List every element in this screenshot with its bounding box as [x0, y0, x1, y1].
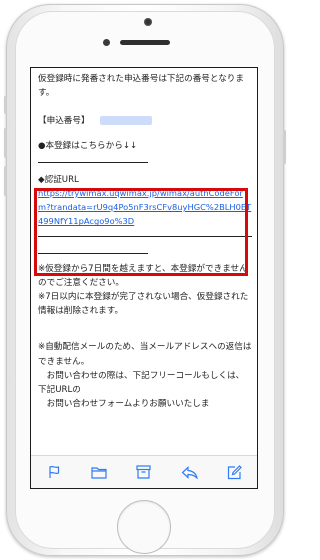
issued-number-text: 仮登録時に発番された申込番号は下記の番号となります。	[38, 74, 244, 99]
reply-icon[interactable]	[178, 463, 200, 481]
application-number-label: 【申込番号】	[38, 116, 90, 127]
notice-deletion: ※7日以内に本登録が完了されない場合、仮登録された情報は削除されます。	[38, 292, 249, 317]
power-button	[283, 130, 286, 164]
archive-icon[interactable]	[133, 463, 155, 481]
folder-icon[interactable]	[88, 463, 110, 481]
volume-up-button	[4, 128, 7, 158]
application-number-row: 【申込番号】	[38, 114, 252, 128]
proximity-sensor	[103, 39, 110, 46]
mute-switch	[4, 96, 7, 114]
volume-down-button	[4, 166, 7, 196]
auto-mail-notice: ※自動配信メールのため、当メールアドレスへの返信はできません。	[38, 342, 252, 367]
mail-screen: 仮登録時に発番された申込番号は下記の番号となります。 【申込番号】 ●本登録はこ…	[30, 67, 258, 489]
compose-icon[interactable]	[223, 463, 245, 481]
inquiry-text: お問い合わせの際は、下記フリーコールもしくは、下記URLの	[38, 370, 245, 396]
inquiry-form-text: お問い合わせフォームよりお願いいたしま	[46, 399, 210, 410]
register-prompt: ●本登録はこちらから↓↓	[38, 140, 138, 151]
divider	[38, 161, 148, 163]
front-camera	[144, 18, 152, 26]
application-number-redacted	[99, 116, 152, 126]
auth-url-highlight-box	[34, 188, 248, 276]
flag-icon[interactable]	[43, 463, 65, 481]
auth-url-label: ◆認証URL	[38, 174, 79, 185]
mail-toolbar	[31, 455, 257, 488]
home-button[interactable]	[117, 500, 171, 554]
earpiece-speaker	[120, 40, 170, 45]
